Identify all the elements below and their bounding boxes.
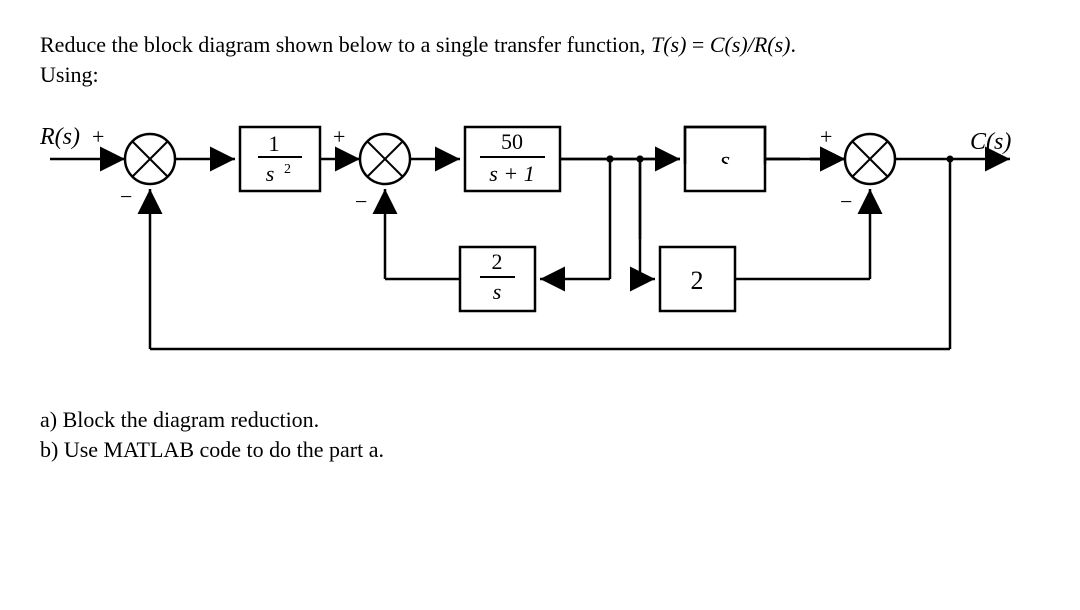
problem-statement: Reduce the block diagram shown below to … [40, 30, 1040, 89]
summer-1 [125, 134, 175, 184]
svg-text:2: 2 [691, 266, 704, 295]
sum1-minus: − [120, 184, 132, 209]
sum3-minus: − [840, 189, 852, 214]
block-h2: 2 [660, 247, 735, 311]
sum2-minus: − [355, 189, 367, 214]
summer-3 [845, 134, 895, 184]
tf-lhs: T(s) [651, 32, 686, 57]
g1-num: 1 [269, 131, 280, 156]
sum1-plus: + [92, 124, 104, 149]
g2-num: 50 [501, 129, 523, 154]
tf-rhs: C(s)/R(s) [710, 32, 791, 57]
sum2-plus: + [333, 124, 345, 149]
g1-den-exp: 2 [284, 162, 291, 177]
sub-questions: a) Block the diagram reduction. b) Use M… [40, 405, 1040, 464]
problem-line2: Using: [40, 62, 99, 87]
g1-den: s [266, 161, 275, 186]
problem-line1-prefix: Reduce the block diagram shown below to … [40, 32, 651, 57]
h1-den: s [493, 279, 502, 304]
output-label: C(s) [970, 129, 1011, 155]
summer-2 [360, 134, 410, 184]
input-label: R(s) [40, 124, 80, 150]
g2-den: s + 1 [489, 161, 534, 186]
sum3-plus: + [820, 124, 832, 149]
h1-num: 2 [492, 249, 503, 274]
tf-eq: = [686, 32, 709, 57]
block-g2: 50 s + 1 [465, 127, 560, 191]
block-g1: 1 s 2 [240, 127, 320, 191]
block-h1: 2 s [460, 247, 535, 311]
tf-suffix: . [790, 32, 796, 57]
block-diagram: R(s) + − 1 s 2 + − 50 s + 1 s [40, 99, 1040, 385]
question-a: a) Block the diagram reduction. [40, 405, 1040, 435]
question-b: b) Use MATLAB code to do the part a. [40, 435, 1040, 465]
